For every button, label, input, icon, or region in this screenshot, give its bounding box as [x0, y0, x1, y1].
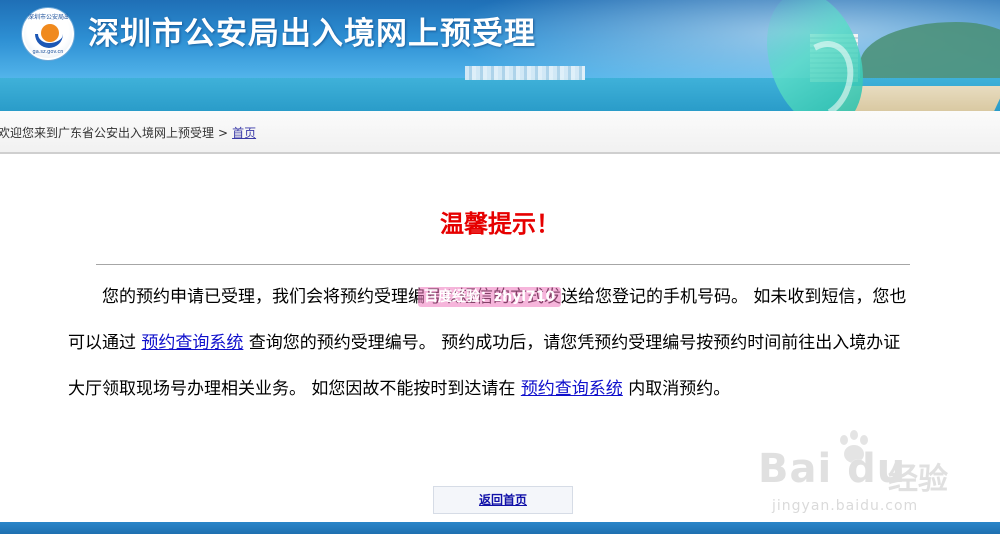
appointment-query-link-1[interactable]: 预约查询系统 — [141, 333, 243, 353]
logo-blue-swirl — [35, 34, 63, 48]
back-home-button[interactable]: 返回首页 — [433, 486, 573, 514]
logo-ring-bottom-text: ga.sz.gov.cn — [32, 49, 64, 55]
banner-city-skyline — [465, 66, 585, 80]
police-logo-icon: 深圳市公安局出入境 ga.sz.gov.cn — [22, 8, 74, 60]
watermark-author: 百度经验：zhyl710 — [418, 287, 562, 307]
watermark-baidu: Bai du 经验 jingyan.baidu.com — [758, 428, 958, 518]
logo-ring-top-text: 深圳市公安局出入境 — [28, 14, 68, 21]
site-title: 深圳市公安局出入境网上预受理 — [88, 16, 536, 52]
site-banner: 深圳市公安局出入境 ga.sz.gov.cn 深圳市公安局出入境网上预受理 — [0, 0, 1000, 111]
breadcrumb-separator: > — [218, 126, 229, 140]
notice-divider — [96, 264, 910, 265]
appointment-query-link-2[interactable]: 预约查询系统 — [521, 379, 623, 399]
watermark-brand-cn: 经验 — [888, 462, 948, 497]
breadcrumb-home-link[interactable]: 首页 — [232, 126, 256, 140]
watermark-brand-latin: Bai du — [758, 446, 907, 492]
breadcrumb-welcome: 欢迎您来到广东省公安出入境网上预受理 — [0, 126, 215, 140]
notice-text-3: 内取消预约。 — [622, 379, 731, 399]
notice-title: 温馨提示！ — [440, 210, 560, 238]
watermark-domain: jingyan.baidu.com — [772, 498, 919, 514]
breadcrumb-bar: 欢迎您来到广东省公安出入境网上预受理 > 首页 — [0, 111, 1000, 154]
breadcrumb: 欢迎您来到广东省公安出入境网上预受理 > 首页 — [0, 124, 256, 141]
footer-strip — [0, 522, 1000, 534]
